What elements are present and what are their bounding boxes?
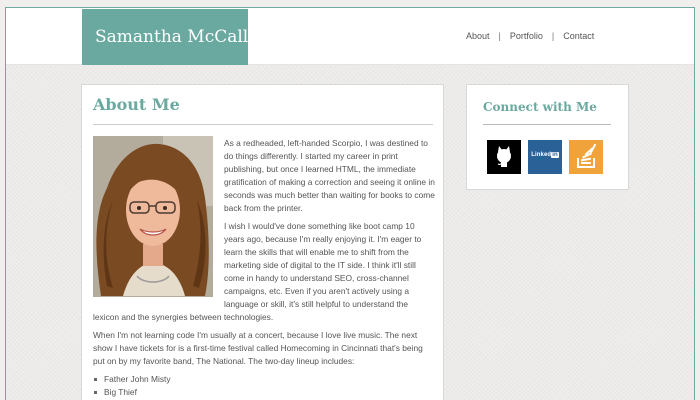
nav-link-portfolio[interactable]: Portfolio [510, 31, 543, 41]
nav-separator: | [498, 31, 501, 41]
linkedin-logo-text: Linked [531, 152, 552, 158]
profile-photo [93, 136, 213, 297]
main-nav: About | Portfolio | Contact [466, 30, 594, 42]
github-link[interactable] [487, 140, 521, 174]
nav-separator: | [551, 31, 555, 41]
connect-title: Connect with Me [483, 100, 597, 114]
github-icon [497, 146, 511, 167]
stackoverflow-icon [577, 143, 597, 168]
connect-card: Connect with Me Linkedin [466, 84, 629, 190]
list-item: Big Thief [93, 386, 435, 399]
about-title: About Me [93, 95, 180, 114]
nav-link-contact[interactable]: Contact [563, 31, 594, 41]
lineup-list: Father John Misty Big Thief [93, 373, 435, 399]
site-logo[interactable]: Samantha McCall [82, 9, 248, 65]
linkedin-icon: Linkedin [528, 152, 562, 158]
about-divider [93, 124, 433, 125]
linkedin-link[interactable]: Linkedin [528, 140, 562, 174]
nav-link-about[interactable]: About [466, 31, 490, 41]
linkedin-logo-box: in [551, 152, 559, 158]
about-card: About Me As a redheaded, left-handed Sco… [81, 84, 444, 400]
about-paragraph: When I'm not learning code I'm usually a… [93, 330, 423, 366]
stackoverflow-link[interactable] [569, 140, 603, 174]
connect-divider [483, 124, 611, 125]
list-item: Father John Misty [93, 373, 435, 386]
site-name: Samantha McCall [95, 27, 249, 47]
